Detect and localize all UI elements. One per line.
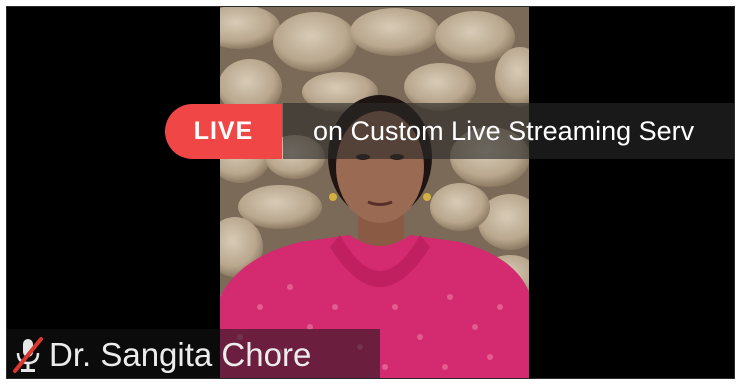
video-call-frame: on Custom Live Streaming Serv LIVE Dr. S… [6, 6, 735, 379]
ticker-text: on Custom Live Streaming Serv [313, 116, 695, 146]
participant-video-image [220, 7, 529, 378]
streaming-ticker: on Custom Live Streaming Serv [283, 103, 734, 159]
mic-muted-icon[interactable] [11, 335, 45, 375]
participant-name-plate: Dr. Sangita Chore [7, 329, 380, 378]
participant-video[interactable] [220, 7, 529, 378]
participant-name: Dr. Sangita Chore [49, 335, 312, 373]
live-badge: LIVE [165, 104, 282, 159]
